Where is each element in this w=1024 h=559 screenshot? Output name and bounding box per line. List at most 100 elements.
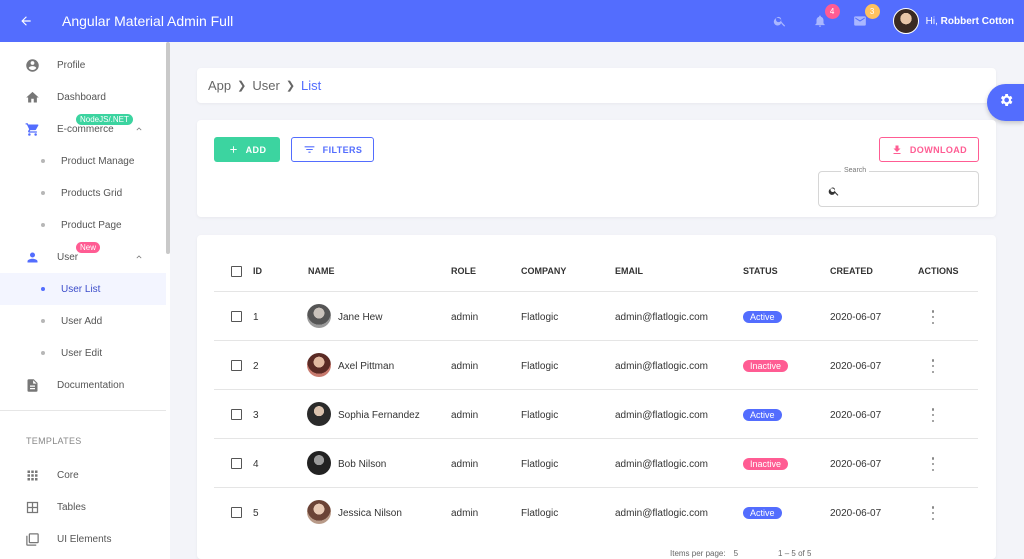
notifications-bell-icon[interactable]: 4 (809, 4, 840, 32)
breadcrumb-app[interactable]: App (208, 78, 231, 93)
column-header-id[interactable]: ID (253, 266, 262, 276)
person-icon (24, 249, 40, 265)
filters-button[interactable]: FILTERS (291, 137, 374, 162)
row-checkbox[interactable] (231, 409, 242, 420)
table-row[interactable]: 3 Sophia Fernandez admin Flatlogic admin@fla… (214, 389, 978, 438)
status-badge: Active (743, 409, 782, 421)
more-vert-icon[interactable] (930, 408, 936, 422)
sidebar-item-user[interactable]: User New (0, 241, 166, 273)
sidebar-item-ui-elements[interactable]: UI Elements (0, 523, 166, 555)
user-greeting[interactable]: Hi, Robbert Cotton (926, 16, 1014, 27)
sidebar-item-label: Product Manage (61, 155, 135, 167)
cell-created: 2020-06-07 (830, 508, 882, 519)
chevron-up-icon[interactable] (134, 252, 144, 265)
grid-icon (24, 467, 40, 483)
status-badge: Active (743, 507, 782, 519)
more-vert-icon[interactable] (930, 506, 936, 520)
table-row[interactable]: 1 Jane Hew admin Flatlogic admin@flatlogic.c… (214, 291, 978, 340)
sidebar-item-user-edit[interactable]: User Edit (0, 337, 166, 369)
sidebar-scrollbar[interactable] (166, 42, 170, 254)
user-avatar (307, 304, 331, 328)
sidebar-item-user-add[interactable]: User Add (0, 305, 166, 337)
cell-role: admin (451, 410, 479, 421)
select-all-checkbox[interactable] (231, 266, 242, 277)
row-checkbox[interactable] (231, 458, 242, 469)
more-vert-icon[interactable] (930, 359, 936, 373)
plus-icon (229, 146, 237, 153)
row-checkbox[interactable] (231, 360, 242, 371)
sidebar-item-label: User List (61, 283, 101, 295)
sidebar-item-label: Products Grid (61, 187, 123, 199)
filters-button-label: FILTERS (322, 144, 363, 155)
cell-company: Flatlogic (521, 312, 559, 323)
add-button[interactable]: ADD (214, 137, 280, 162)
column-header-status[interactable]: STATUS (743, 266, 778, 276)
search-input[interactable] (847, 180, 972, 200)
page-range: 1 – 5 of 5 (778, 549, 812, 558)
sidebar-item-label: Dashboard (57, 91, 106, 103)
sidebar-divider (0, 410, 166, 411)
column-header-created[interactable]: CREATED (830, 266, 873, 276)
bullet-dot-icon (41, 351, 45, 355)
breadcrumb-user[interactable]: User (252, 78, 279, 93)
download-button[interactable]: DOWNLOAD (879, 137, 979, 162)
chevron-up-icon[interactable] (134, 124, 144, 137)
sidebar-item-profile[interactable]: Profile (0, 49, 166, 81)
add-button-label: ADD (245, 144, 267, 155)
column-header-email[interactable]: EMAIL (615, 266, 643, 276)
column-header-role[interactable]: ROLE (451, 266, 476, 276)
pagination: Items per page: 5 1 – 5 of 5 (670, 548, 811, 559)
search-icon[interactable] (769, 10, 791, 32)
table-row[interactable]: 5 Jessica Nilson admin Flatlogic admin@flatl… (214, 487, 978, 536)
sidebar-item-label: Profile (57, 59, 86, 71)
gear-icon (998, 92, 1014, 113)
column-header-name[interactable]: NAME (308, 266, 335, 276)
cell-company: Flatlogic (521, 410, 559, 421)
sidebar-item-ecommerce[interactable]: E-commerce NodeJS/.NET (0, 113, 166, 145)
cell-id: 4 (253, 459, 259, 470)
download-button-label: DOWNLOAD (909, 144, 968, 155)
cell-created: 2020-06-07 (830, 312, 882, 323)
search-field[interactable]: Search (818, 167, 979, 207)
more-vert-icon[interactable] (930, 310, 936, 324)
user-avatar[interactable] (892, 8, 919, 34)
more-vert-icon[interactable] (930, 457, 936, 471)
table-row[interactable]: 2 Axel Pittman admin Flatlogic admin@flatlog… (214, 340, 978, 389)
table-icon (24, 499, 40, 515)
cell-email: admin@flatlogic.com (615, 508, 708, 519)
cell-email: admin@flatlogic.com (615, 459, 708, 470)
back-arrow-icon[interactable] (15, 10, 37, 32)
notifications-badge: 4 (824, 4, 840, 19)
sidebar-item-label: User Add (61, 315, 103, 327)
sidebar-item-user-list[interactable]: User List (0, 273, 166, 305)
column-header-company[interactable]: COMPANY (521, 266, 566, 276)
cell-role: admin (451, 508, 479, 519)
cell-company: Flatlogic (521, 459, 559, 470)
mail-icon[interactable]: 3 (849, 4, 880, 32)
page-size-select[interactable]: 5 (734, 549, 738, 558)
sidebar-item-product-manage[interactable]: Product Manage (0, 145, 166, 177)
row-checkbox[interactable] (231, 507, 242, 518)
sidebar-item-product-page[interactable]: Product Page (0, 209, 166, 241)
cell-company: Flatlogic (521, 361, 559, 372)
sidebar-item-label: Tables (57, 501, 86, 513)
sidebar-item-dashboard[interactable]: Dashboard (0, 81, 166, 113)
sidebar: Profile Dashboard E-commerce NodeJS/.NET… (0, 42, 170, 559)
sidebar-item-documentation[interactable]: Documentation (0, 369, 166, 401)
bullet-dot-icon (41, 319, 45, 323)
breadcrumb-list: List (301, 78, 322, 93)
sidebar-item-products-grid[interactable]: Products Grid (0, 177, 166, 209)
cell-email: admin@flatlogic.com (615, 410, 708, 421)
cell-name: Jane Hew (338, 312, 383, 323)
sidebar-item-tables[interactable]: Tables (0, 491, 166, 523)
cell-email: admin@flatlogic.com (615, 361, 708, 372)
user-name: Robbert Cotton (940, 15, 1014, 27)
settings-fab[interactable] (987, 84, 1024, 121)
sidebar-item-label: Documentation (57, 379, 125, 391)
row-checkbox[interactable] (231, 311, 242, 322)
sidebar-item-core[interactable]: Core (0, 459, 166, 491)
app-title: Angular Material Admin Full (62, 13, 234, 29)
new-tag-badge: New (76, 242, 101, 253)
table-row[interactable]: 4 Bob Nilson admin Flatlogic admin@flatlogic… (214, 438, 978, 487)
cell-role: admin (451, 459, 479, 470)
